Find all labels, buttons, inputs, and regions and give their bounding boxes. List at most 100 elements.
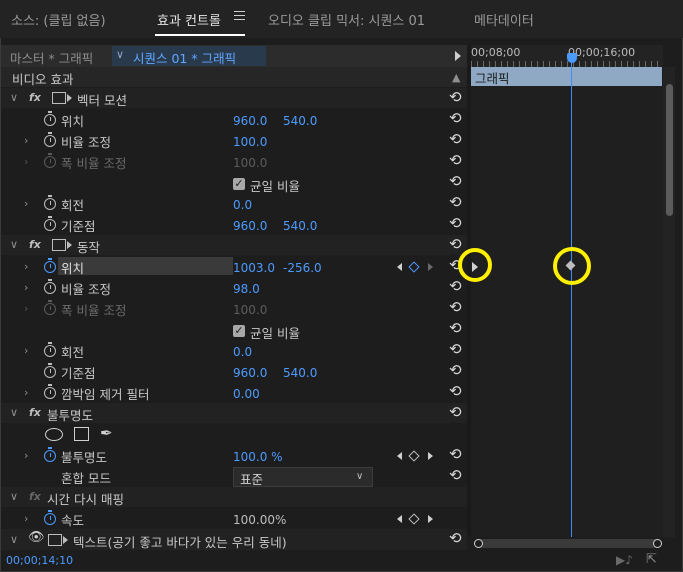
pen-mask-icon[interactable]: ✒	[100, 424, 113, 442]
tab-metadata[interactable]: 메타데이터	[474, 10, 534, 29]
stopwatch-icon[interactable]	[44, 279, 56, 294]
rectangle-mask-icon[interactable]	[74, 427, 89, 441]
tab-audio-clip-mixer[interactable]: 오디오 클립 믹서: 시퀀스 01	[268, 10, 425, 29]
current-timecode[interactable]: 00;00;14;10	[6, 554, 73, 567]
stopwatch-active-icon[interactable]	[44, 258, 56, 273]
uniform-scale-checkbox[interactable]: ✓	[233, 178, 245, 190]
prop-value-anchor-y[interactable]: 540.0	[283, 219, 317, 233]
export-icon[interactable]: ⇱	[646, 552, 657, 567]
stopwatch-icon[interactable]	[44, 195, 56, 210]
reset-icon[interactable]: ⟲	[449, 195, 462, 210]
keyframe-timeline-area[interactable]	[471, 86, 663, 537]
prop-value-position-x[interactable]: 960.0	[233, 114, 267, 128]
prop-value-position-y[interactable]: -256.0	[283, 261, 322, 275]
prop-value-antiflicker[interactable]: 0.00	[233, 387, 260, 401]
prop-value-anchor-y[interactable]: 540.0	[283, 366, 317, 380]
prop-value-rotation[interactable]: 0.0	[233, 198, 252, 212]
prop-value-rotation[interactable]: 0.0	[233, 345, 252, 359]
reset-icon[interactable]: ⟲	[449, 384, 462, 399]
prop-value-position-x[interactable]: 1003.0	[233, 261, 275, 275]
chevron-right-icon[interactable]: ›	[24, 260, 28, 273]
chevron-down-icon[interactable]: ∨	[10, 490, 18, 503]
reset-icon[interactable]: ⟲	[449, 447, 462, 462]
reset-icon[interactable]: ⟲	[449, 363, 462, 378]
chevron-right-icon[interactable]: ›	[24, 134, 28, 147]
chevron-right-icon[interactable]: ›	[24, 449, 28, 462]
stopwatch-icon[interactable]	[44, 363, 56, 378]
stopwatch-icon[interactable]	[44, 342, 56, 357]
reset-icon[interactable]: ⟲	[449, 321, 462, 336]
next-keyframe-icon[interactable]	[428, 515, 433, 523]
motion-transform-icon[interactable]	[52, 239, 72, 251]
chevron-down-icon[interactable]: ∨	[10, 406, 18, 419]
chevron-down-icon[interactable]: ∨	[10, 533, 18, 546]
chevron-right-icon[interactable]: ›	[24, 344, 28, 357]
stopwatch-icon[interactable]	[44, 216, 56, 231]
prop-value-scale-width: 100.0	[233, 303, 268, 317]
playhead-line[interactable]	[571, 60, 572, 537]
zoom-handle-left[interactable]	[474, 539, 483, 548]
chevron-right-icon[interactable]: ›	[24, 281, 28, 294]
next-keyframe-icon[interactable]	[428, 263, 433, 271]
fx-icon[interactable]: fx	[29, 238, 41, 251]
chevron-right-icon[interactable]: ›	[24, 386, 28, 399]
sequence-clip-label[interactable]: 시퀀스 01 * 그래픽	[133, 48, 236, 67]
reset-icon[interactable]: ⟲	[449, 300, 462, 315]
prop-value-anchor-x[interactable]: 960.0	[233, 219, 267, 233]
prop-label-blend-mode: 혼합 모드	[61, 471, 111, 486]
reset-icon[interactable]: ⟲	[449, 132, 462, 147]
chevron-down-icon[interactable]: ∨	[10, 238, 18, 251]
play-audio-icon[interactable]: ▶♪	[616, 553, 633, 567]
prop-value-speed[interactable]: 100.00%	[233, 513, 286, 527]
prev-keyframe-icon[interactable]	[397, 263, 402, 271]
chevron-down-icon[interactable]: ∨	[356, 471, 363, 482]
prop-value-scale[interactable]: 100.0	[233, 135, 267, 149]
chevron-down-icon[interactable]: ∨	[10, 91, 18, 104]
reset-icon[interactable]: ⟲	[449, 111, 462, 126]
motion-transform-icon[interactable]	[48, 534, 68, 546]
prop-value-opacity[interactable]: 100.0 %	[233, 450, 283, 464]
master-clip-label[interactable]: 마스터 * 그래픽	[10, 48, 93, 67]
stopwatch-icon[interactable]	[44, 384, 56, 399]
stopwatch-icon[interactable]	[44, 111, 56, 126]
reset-icon[interactable]: ⟲	[449, 153, 462, 168]
prop-value-anchor-x[interactable]: 960.0	[233, 366, 267, 380]
uniform-scale-checkbox[interactable]: ✓	[233, 325, 245, 337]
prev-keyframe-icon[interactable]	[397, 515, 402, 523]
panel-menu-icon[interactable]	[234, 11, 245, 21]
reset-icon[interactable]: ⟲	[449, 174, 462, 189]
prop-label-anchor: 기준점	[61, 219, 96, 234]
chevron-right-icon[interactable]: ›	[24, 512, 28, 525]
collapse-arrow-icon[interactable]: ▲	[452, 71, 460, 84]
reset-icon[interactable]: ⟲	[449, 342, 462, 357]
motion-transform-icon[interactable]	[52, 92, 72, 104]
reset-icon[interactable]: ⟲	[449, 237, 462, 252]
stopwatch-icon[interactable]	[44, 132, 56, 147]
prev-keyframe-icon[interactable]	[397, 452, 402, 460]
show-timeline-toggle-icon[interactable]	[455, 51, 461, 61]
fx-icon[interactable]: fx	[29, 91, 41, 104]
reset-icon[interactable]: ⟲	[449, 468, 462, 483]
next-keyframe-icon[interactable]	[428, 452, 433, 460]
tab-effect-controls[interactable]: 효과 컨트롤	[157, 10, 221, 29]
blend-mode-value[interactable]: 표준	[240, 469, 263, 488]
reset-icon[interactable]: ⟲	[449, 90, 462, 105]
timeline-zoom-scrollbar[interactable]	[474, 539, 662, 548]
fx-icon[interactable]: fx	[29, 406, 41, 419]
prop-value-position-y[interactable]: 540.0	[283, 114, 317, 128]
prop-value-scale[interactable]: 98.0	[233, 282, 260, 296]
reset-icon[interactable]: ⟲	[449, 279, 462, 294]
reset-icon[interactable]: ⟲	[449, 216, 462, 231]
zoom-handle-right[interactable]	[653, 539, 662, 548]
chevron-right-icon[interactable]: ›	[24, 197, 28, 210]
stopwatch-active-icon[interactable]	[44, 447, 56, 462]
eye-visibility-icon[interactable]: 👁	[28, 530, 45, 545]
vertical-scroll-thumb[interactable]	[666, 84, 673, 216]
stopwatch-active-icon[interactable]	[44, 510, 56, 525]
ellipse-mask-icon[interactable]	[45, 428, 63, 441]
playhead-handle[interactable]	[567, 53, 577, 63]
reset-icon[interactable]: ⟲	[449, 405, 462, 420]
reset-icon[interactable]: ⟲	[449, 531, 462, 546]
tab-source[interactable]: 소스: (클립 없음)	[11, 10, 106, 29]
chevron-down-icon[interactable]: ∨	[116, 48, 124, 61]
